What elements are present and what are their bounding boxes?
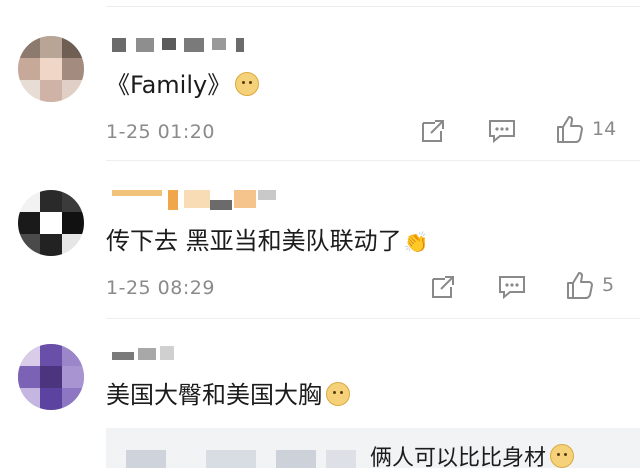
comment-button[interactable] [488,118,516,144]
share-button[interactable] [430,274,456,300]
comment-timestamp: 1-25 01:20 [106,121,215,143]
like-button[interactable]: 5 [566,270,614,300]
comment-text: 美国大臀和美国大胸 [106,380,350,410]
username-blurred[interactable] [112,346,182,364]
top-divider [106,6,640,7]
comment-icon [499,276,525,300]
comment-button[interactable] [498,274,526,300]
username-blurred[interactable] [112,190,282,210]
comment-divider [106,160,640,161]
comment-divider [106,318,640,319]
reply-username-blurred [126,450,356,468]
doge-emoji-icon [550,444,575,468]
like-button[interactable]: 14 [556,114,616,144]
comment-text: 《Family》 [106,70,260,100]
username-blurred[interactable] [112,38,262,56]
share-icon [432,276,454,298]
thumbs-up-icon [567,272,593,299]
avatar[interactable] [18,36,84,102]
comment-text: 传下去 黑亚当和美队联动了 👏 [106,227,429,255]
doge-emoji-icon [235,72,260,96]
clap-emoji-icon: 👏 [403,230,429,254]
avatar[interactable] [18,344,84,410]
reply-text: 俩人可以比比身材 [370,440,575,472]
doge-emoji-icon [326,382,350,406]
share-icon [422,120,444,142]
like-count: 14 [592,118,617,140]
share-button[interactable] [420,118,446,144]
avatar[interactable] [18,190,84,256]
like-count: 5 [602,274,615,296]
thumbs-up-icon [557,116,583,143]
comment-icon [489,120,515,144]
comment-timestamp: 1-25 08:29 [106,277,215,299]
